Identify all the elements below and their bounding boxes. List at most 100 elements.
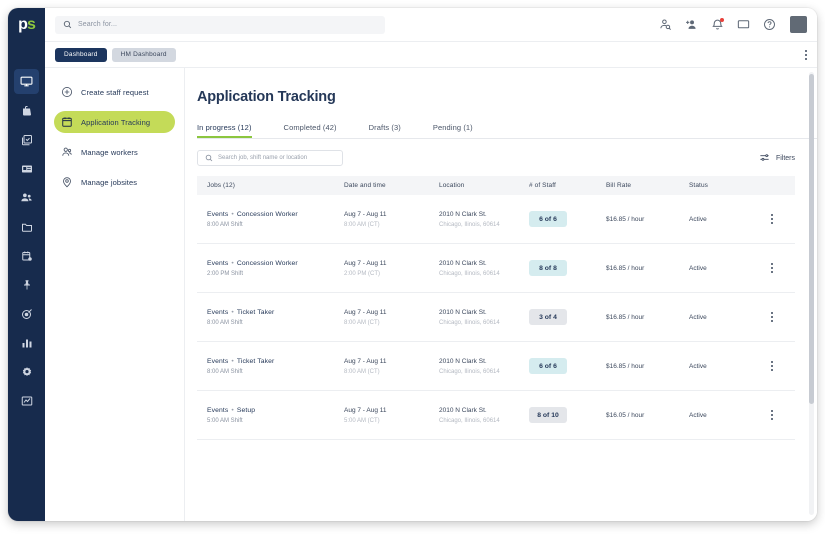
job-category: Events — [207, 357, 229, 365]
cell-job: Events • Setup 5:00 AM Shift — [197, 407, 344, 424]
notification-bell-icon[interactable] — [710, 17, 724, 32]
job-shift: 2:00 PM Shift — [207, 270, 244, 277]
rail-item-target[interactable] — [14, 301, 39, 326]
sidebar-item-create-staff-request[interactable]: Create staff request — [54, 81, 175, 103]
kebab-menu-icon[interactable] — [768, 260, 776, 276]
location-city: Chicago, Ilinois, 60614 — [439, 368, 500, 375]
tab-hm-dashboard[interactable]: HM Dashboard — [111, 47, 176, 62]
global-search-input[interactable]: Search for... — [55, 15, 385, 34]
kebab-menu-icon[interactable] — [768, 309, 776, 325]
location-city: Chicago, Ilinois, 60614 — [439, 270, 500, 277]
column-header-status: Status — [689, 182, 709, 189]
app-logo[interactable]: ps — [8, 8, 45, 42]
cell-date-time: Aug 7 - Aug 11 8:00 AM (CT) — [344, 211, 439, 228]
application-window: ps Search for... Dashboard HM Dashboard … — [8, 8, 817, 521]
tab-dashboard[interactable]: Dashboard — [55, 47, 107, 62]
gear-icon — [21, 366, 33, 378]
global-nav-rail: ps — [8, 8, 45, 521]
user-avatar[interactable] — [790, 16, 807, 33]
rail-item-pin[interactable] — [14, 272, 39, 297]
location-city: Chicago, Ilinois, 60614 — [439, 417, 500, 424]
separator-dot: • — [231, 406, 234, 414]
column-header-location: Location — [439, 182, 465, 189]
help-circle-icon[interactable] — [762, 18, 776, 32]
search-icon — [205, 149, 213, 167]
cell-date-time: Aug 7 - Aug 11 5:00 AM (CT) — [344, 407, 439, 424]
status-badge: 3 of 4 — [529, 309, 567, 325]
date-range: Aug 7 - Aug 11 — [344, 210, 387, 218]
cell-staff: 3 of 4 — [529, 309, 606, 325]
location-city: Chicago, Ilinois, 60614 — [439, 319, 500, 326]
logo-letter-p: p — [18, 16, 28, 33]
table-row[interactable]: Events • Concession Worker 2:00 PM Shift Aug… — [197, 244, 795, 293]
table-row[interactable]: Events • Setup 5:00 AM Shift Aug 7 - Aug 11 5… — [197, 391, 795, 440]
vertical-scrollbar-thumb[interactable] — [809, 74, 814, 404]
page-title: Application Tracking — [197, 89, 336, 105]
job-shift: 8:00 AM Shift — [207, 368, 243, 375]
tab-in-progress[interactable]: In progress (12) — [197, 123, 252, 138]
folder-icon — [21, 221, 33, 233]
kebab-menu-icon[interactable] — [768, 358, 776, 374]
rail-item-settings[interactable] — [14, 359, 39, 384]
job-shift: 5:00 AM Shift — [207, 417, 243, 424]
filters-button[interactable]: Filters — [759, 152, 795, 165]
date-range: Aug 7 - Aug 11 — [344, 308, 387, 316]
kebab-menu-icon[interactable] — [768, 407, 776, 423]
rail-item-monitor-dashboard[interactable] — [14, 69, 39, 94]
job-role: Setup — [236, 406, 256, 414]
application-tracking-panel: Application Tracking In progress (12) Co… — [185, 68, 817, 521]
table-row[interactable]: Events • Concession Worker 8:00 AM Shift Aug… — [197, 195, 795, 244]
pin-icon — [21, 279, 33, 291]
add-user-icon[interactable] — [684, 18, 698, 32]
table-search-input[interactable]: Search job, shift name or location — [197, 150, 343, 166]
rail-item-people[interactable] — [14, 185, 39, 210]
top-bar-icons — [658, 16, 809, 33]
kebab-menu-icon[interactable] — [803, 47, 809, 63]
bar-chart-icon — [21, 337, 33, 349]
status-value: Active — [689, 411, 707, 419]
sidebar-item-manage-jobsites[interactable]: Manage jobsites — [54, 171, 175, 193]
table-row[interactable]: Events • Ticket Taker 8:00 AM Shift Aug 7 - … — [197, 293, 795, 342]
tab-drafts[interactable]: Drafts (3) — [369, 123, 401, 138]
cell-actions — [749, 407, 795, 423]
cell-location: 2010 N Clark St. Chicago, Ilinois, 60614 — [439, 211, 529, 228]
sidebar-item-manage-workers[interactable]: Manage workers — [54, 141, 175, 163]
table-row[interactable]: Events • Ticket Taker 8:00 AM Shift Aug 7 - … — [197, 342, 795, 391]
sidebar-item-application-tracking[interactable]: Application Tracking — [54, 111, 175, 133]
shift-time: 8:00 AM (CT) — [344, 319, 380, 326]
cell-job: Events • Concession Worker 8:00 AM Shift — [197, 211, 344, 228]
briefcase-icon — [21, 105, 33, 117]
job-role: Concession Worker — [236, 259, 298, 267]
status-badge: 6 of 6 — [529, 211, 567, 227]
rail-item-calendar-clock[interactable] — [14, 243, 39, 268]
rail-item-briefcase[interactable] — [14, 98, 39, 123]
sidebar-item-label: Create staff request — [81, 87, 149, 97]
job-category: Events — [207, 406, 229, 414]
notification-dot — [720, 17, 724, 22]
separator-dot: • — [231, 210, 234, 218]
monitor-icon[interactable] — [736, 18, 750, 32]
top-bar: Search for... — [45, 8, 817, 42]
rail-item-bar-chart[interactable] — [14, 330, 39, 355]
rail-item-clipboard-check[interactable] — [14, 127, 39, 152]
cell-actions — [749, 260, 795, 276]
kebab-menu-icon[interactable] — [768, 211, 776, 227]
cell-job: Events • Concession Worker 2:00 PM Shift — [197, 260, 344, 277]
rail-item-folder[interactable] — [14, 214, 39, 239]
shift-time: 8:00 AM (CT) — [344, 368, 380, 375]
tab-pending[interactable]: Pending (1) — [433, 123, 473, 138]
status-value: Active — [689, 313, 707, 321]
tab-completed[interactable]: Completed (42) — [284, 123, 337, 138]
monitor-dashboard-icon — [20, 75, 33, 88]
rail-item-line-chart[interactable] — [14, 388, 39, 413]
user-search-icon[interactable] — [658, 18, 672, 32]
vertical-scrollbar-track[interactable] — [809, 72, 814, 515]
job-shift: 8:00 AM Shift — [207, 319, 243, 326]
location-address: 2010 N Clark St. — [439, 210, 487, 218]
column-header-billrate: Bill Rate — [606, 182, 632, 189]
rail-item-id-card[interactable] — [14, 156, 39, 181]
cell-location: 2010 N Clark St. Chicago, Ilinois, 60614 — [439, 407, 529, 424]
date-range: Aug 7 - Aug 11 — [344, 259, 387, 267]
location-address: 2010 N Clark St. — [439, 259, 487, 267]
cell-date-time: Aug 7 - Aug 11 2:00 PM (CT) — [344, 260, 439, 277]
